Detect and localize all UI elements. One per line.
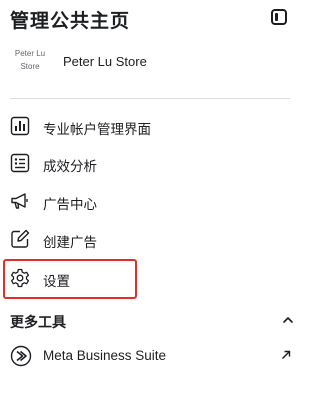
avatar-line2: Store: [20, 62, 40, 71]
nav-item-label: 广告中心: [43, 197, 97, 212]
section-title-more-tools: 更多工具: [10, 314, 66, 330]
insights-icon: [10, 153, 30, 173]
nav-item-label: 成效分析: [43, 159, 97, 174]
divider: [10, 98, 290, 99]
tool-item-meta-business-suite[interactable]: Meta Business Suite: [6, 340, 292, 372]
tool-item-label: Meta Business Suite: [43, 348, 167, 363]
nav-item-professional-dashboard[interactable]: 专业帐户管理界面: [6, 109, 292, 143]
nav-item-label: 创建广告: [43, 235, 97, 250]
chevron-up-icon[interactable]: [282, 313, 294, 325]
dashboard-icon: [10, 116, 30, 136]
highlight-box: [3, 259, 137, 299]
avatar: Peter Lu Store: [10, 47, 50, 81]
edit-icon: [10, 229, 30, 249]
page-switcher[interactable]: Peter Lu Store Peter Lu Store: [0, 44, 300, 84]
sidebar-collapse-icon[interactable]: [270, 8, 288, 26]
meta-business-suite-icon: [10, 345, 32, 367]
avatar-line1: Peter Lu: [14, 49, 46, 58]
nav-item-label: 专业帐户管理界面: [43, 122, 151, 137]
page-title: 管理公共主页: [10, 11, 131, 32]
external-link-icon: [280, 348, 292, 360]
megaphone-icon: [10, 191, 30, 211]
header: 管理公共主页: [0, 0, 300, 40]
nav-item-insights[interactable]: 成效分析: [6, 146, 292, 180]
nav-item-ad-center[interactable]: 广告中心: [6, 184, 292, 218]
nav-item-create-ad[interactable]: 创建广告: [6, 222, 292, 256]
store-name: Peter Lu Store: [63, 54, 147, 69]
